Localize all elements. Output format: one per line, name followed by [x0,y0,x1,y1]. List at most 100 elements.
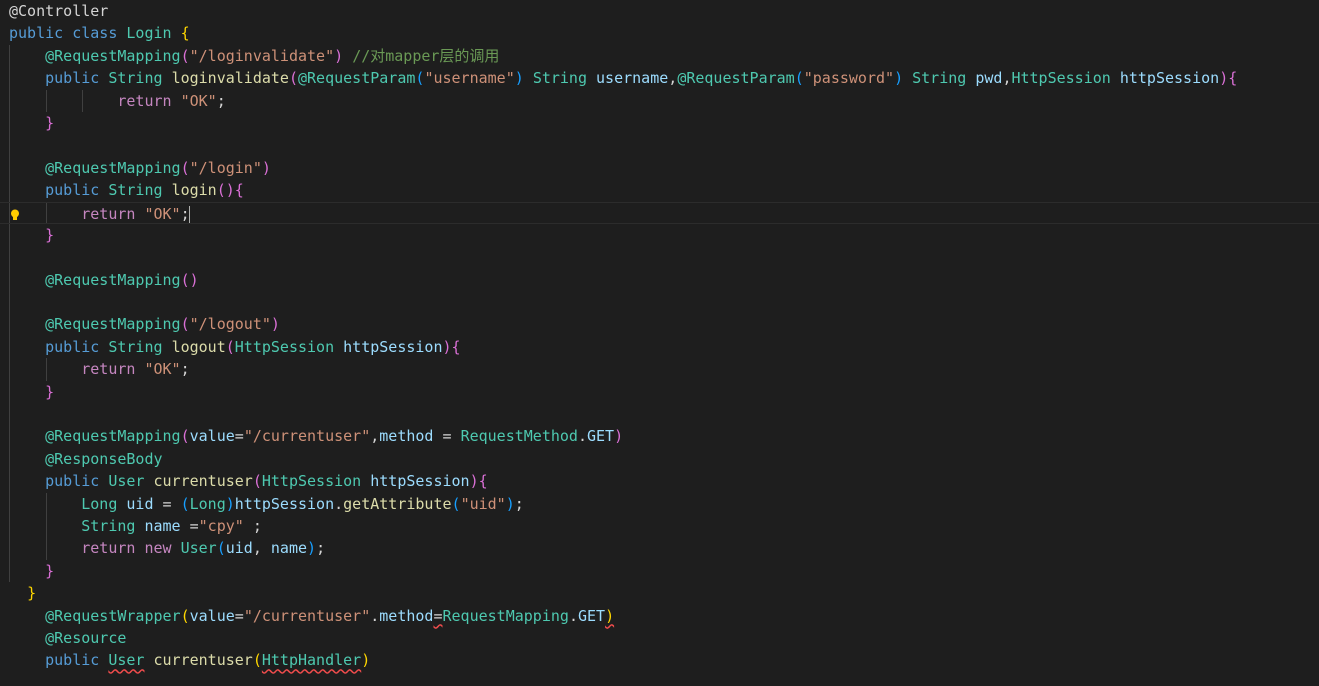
code-line[interactable]: @RequestMapping("/loginvalidate") //对map… [0,45,1319,67]
code-line[interactable]: public User currentuser(HttpSession http… [0,470,1319,492]
code-line[interactable]: @RequestMapping() [0,269,1319,291]
code-token: ) [442,337,452,356]
code-line[interactable] [0,134,1319,156]
code-token: ( [451,494,461,513]
code-token: "OK" [144,204,181,223]
code-line[interactable]: public String logout(HttpSession httpSes… [0,336,1319,358]
code-line[interactable]: @Resource [0,627,1319,649]
code-token: ( [180,46,190,65]
code-token: ; [180,360,190,379]
code-line[interactable]: } [0,381,1319,403]
code-token: String [108,181,163,200]
code-token: login [171,181,217,200]
lightbulb-icon[interactable] [10,207,20,220]
code-token: return [81,539,136,558]
code-line[interactable]: public User currentuser(HttpHandler) [0,649,1319,671]
code-line[interactable]: Long uid = (Long)httpSession.getAttribut… [0,493,1319,515]
code-line[interactable]: @ResponseBody [0,448,1319,470]
code-token: ; [316,539,326,558]
code-line[interactable]: @RequestMapping(value="/currentuser",met… [0,425,1319,447]
code-token: RequestMapping [442,606,569,625]
code-token: = [433,606,443,625]
code-line[interactable]: } [0,112,1319,134]
code-token: ( [180,427,190,446]
code-token: User [108,472,145,491]
code-line[interactable]: } [0,224,1319,246]
code-line[interactable] [0,403,1319,425]
code-token: "/currentuser" [243,606,371,625]
code-line[interactable] [0,291,1319,313]
code-line[interactable]: @RequestMapping("/login") [0,157,1319,179]
code-token: @ResponseBody [45,449,163,468]
code-token: , [252,539,271,558]
code-line[interactable]: } [0,560,1319,582]
code-token: httpSession [1119,69,1220,88]
code-token: . [577,427,587,446]
code-token: ( [180,315,190,334]
code-token: ) [469,472,479,491]
code-token: @RequestMapping [45,315,181,334]
code-token: ) [334,46,344,65]
code-token: @RequestParam [298,69,416,88]
code-line[interactable]: return "OK"; [0,201,1319,224]
code-lines[interactable]: @Controller public class Login { @Request… [0,0,1319,672]
code-line[interactable] [0,246,1319,268]
code-token: currentuser [153,651,253,670]
code-line[interactable]: return new User(uid, name); [0,537,1319,559]
code-token: String [912,69,967,88]
code-line[interactable]: @RequestWrapper(value="/currentuser".met… [0,605,1319,627]
code-line[interactable]: @Controller [0,0,1319,22]
code-line[interactable]: String name ="cpy" ; [0,515,1319,537]
code-token: = [234,606,244,625]
code-token: Login [126,24,172,43]
code-line[interactable]: public String login(){ [0,179,1319,201]
code-token: ( [180,494,190,513]
code-token: currentuser [153,472,253,491]
code-line[interactable]: public String loginvalidate(@RequestPara… [0,67,1319,89]
code-token: HttpHandler [261,651,362,670]
code-token: "cpy" [198,516,244,535]
code-token: value [189,606,235,625]
code-line[interactable]: return "OK"; [0,358,1319,380]
code-token: name [270,539,308,558]
code-token: ( [252,472,262,491]
code-token: String [108,69,163,88]
code-token: ) [225,494,235,513]
code-editor[interactable]: @Controller public class Login { @Request… [0,0,1319,686]
code-line[interactable]: public class Login { [0,22,1319,44]
code-line[interactable]: return "OK"; [0,90,1319,112]
text-cursor [188,205,190,223]
code-token: String [532,69,587,88]
code-line[interactable]: } [0,582,1319,604]
code-token: , [370,427,380,446]
code-token: pwd [975,69,1003,88]
code-line[interactable]: @RequestMapping("/logout") [0,313,1319,335]
code-token: @RequestMapping [45,270,181,289]
code-token: ) [261,158,271,177]
code-token: = [180,516,199,535]
